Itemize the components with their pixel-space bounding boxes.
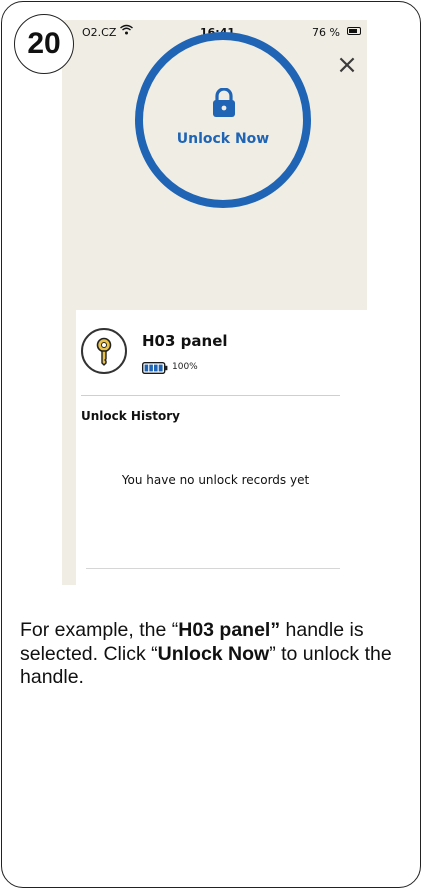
device-card: H03 panel 100% Unlock History You have n… xyxy=(76,310,367,585)
divider xyxy=(86,568,340,569)
unlock-now-button[interactable]: Unlock Now xyxy=(135,32,311,208)
caption-device-name: H03 panel” xyxy=(178,619,281,641)
battery-icon xyxy=(347,27,361,35)
device-name: H03 panel xyxy=(142,332,228,350)
unlock-now-label: Unlock Now xyxy=(176,131,270,147)
unlock-history-title: Unlock History xyxy=(81,409,180,423)
device-battery-icon xyxy=(142,362,168,374)
battery-percent: 76 % xyxy=(312,26,340,39)
device-avatar[interactable] xyxy=(81,328,127,374)
caption-unlock-now: Unlock Now xyxy=(157,642,270,665)
empty-history-message: You have no unlock records yet xyxy=(121,473,310,487)
divider xyxy=(81,395,340,396)
device-battery-percent: 100% xyxy=(172,362,198,372)
wifi-icon xyxy=(120,24,133,38)
carrier-name: O2.CZ xyxy=(82,26,117,39)
key-icon xyxy=(96,337,112,366)
close-button[interactable]: × xyxy=(332,50,362,80)
instruction-caption: For example, the “H03 panel” handle is s… xyxy=(20,619,392,688)
phone-screenshot: O2.CZ 16:41 76 % × Unlock Now H03 panel … xyxy=(62,20,367,585)
step-number-badge: 20 xyxy=(14,14,74,74)
padlock-icon xyxy=(213,88,235,117)
close-icon: × xyxy=(336,50,358,80)
